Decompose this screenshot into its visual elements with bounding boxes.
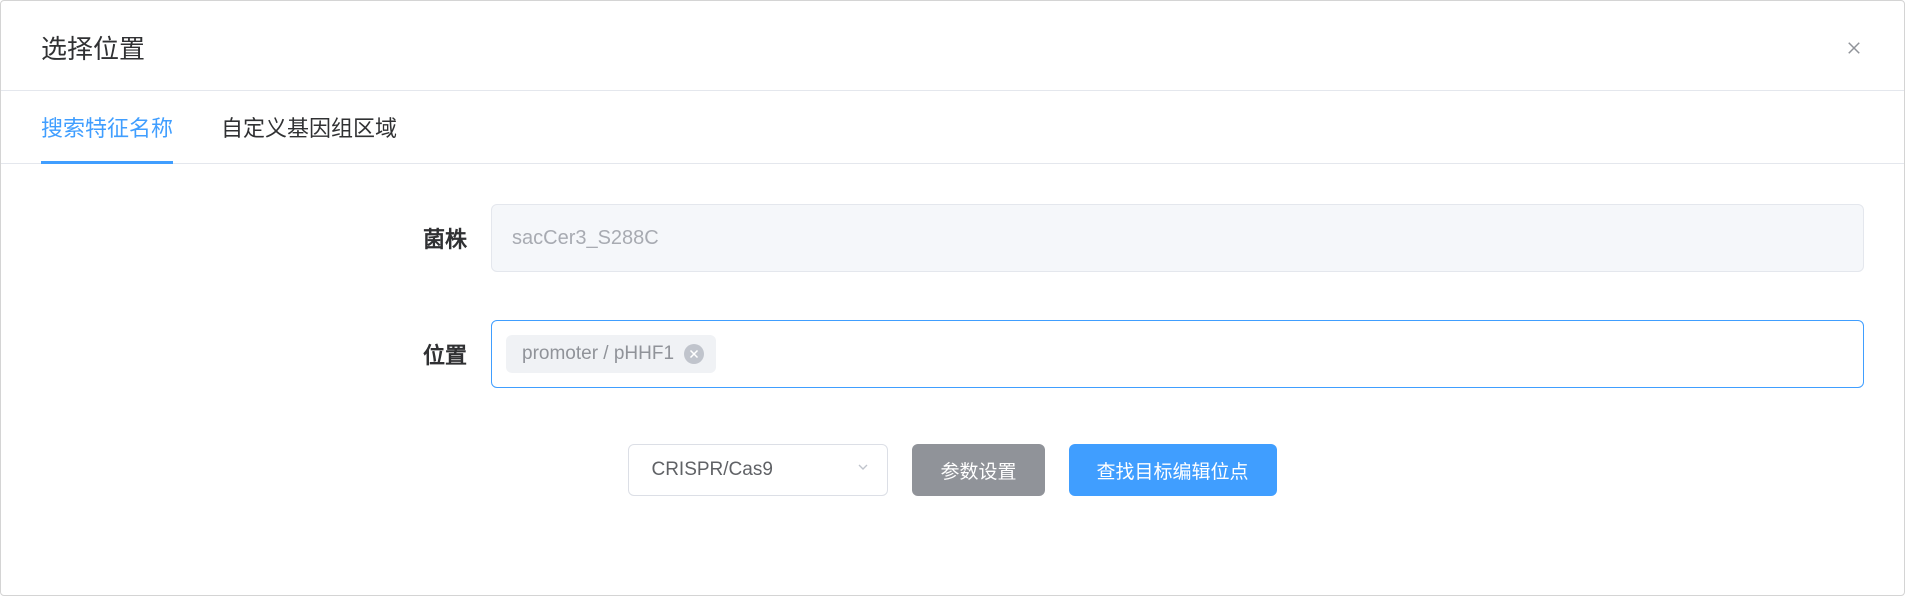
position-input[interactable]: promoter / pHHF1 (491, 320, 1864, 388)
position-label: 位置 (41, 338, 491, 370)
method-select[interactable]: CRISPR/Cas9 (628, 444, 888, 496)
method-select-value: CRISPR/Cas9 (651, 459, 772, 481)
tag-text: promoter / pHHF1 (522, 343, 674, 365)
select-position-modal: 选择位置 搜索特征名称 自定义基因组区域 菌株 sacCer3_S288C 位置 (0, 0, 1905, 596)
strain-row: 菌株 sacCer3_S288C (41, 204, 1864, 272)
position-row: 位置 promoter / pHHF1 (41, 320, 1864, 388)
close-icon[interactable] (1844, 38, 1864, 58)
tag-remove-icon[interactable] (684, 344, 704, 364)
chevron-down-icon (855, 459, 871, 481)
position-control: promoter / pHHF1 (491, 320, 1864, 388)
modal-title: 选择位置 (41, 29, 145, 66)
tab-search-feature[interactable]: 搜索特征名称 (41, 91, 173, 163)
tab-custom-region[interactable]: 自定义基因组区域 (221, 91, 397, 163)
actions-row: CRISPR/Cas9 参数设置 查找目标编辑位点 (41, 436, 1864, 496)
tabs-container: 搜索特征名称 自定义基因组区域 (1, 91, 1904, 164)
form-section: 菌株 sacCer3_S288C 位置 promoter / pHHF1 (1, 164, 1904, 496)
modal-header: 选择位置 (1, 1, 1904, 91)
strain-control: sacCer3_S288C (491, 204, 1864, 272)
search-targets-button[interactable]: 查找目标编辑位点 (1069, 444, 1277, 496)
strain-label: 菌株 (41, 222, 491, 254)
params-button[interactable]: 参数设置 (912, 444, 1044, 496)
strain-input: sacCer3_S288C (491, 204, 1864, 272)
position-tag: promoter / pHHF1 (506, 335, 716, 373)
